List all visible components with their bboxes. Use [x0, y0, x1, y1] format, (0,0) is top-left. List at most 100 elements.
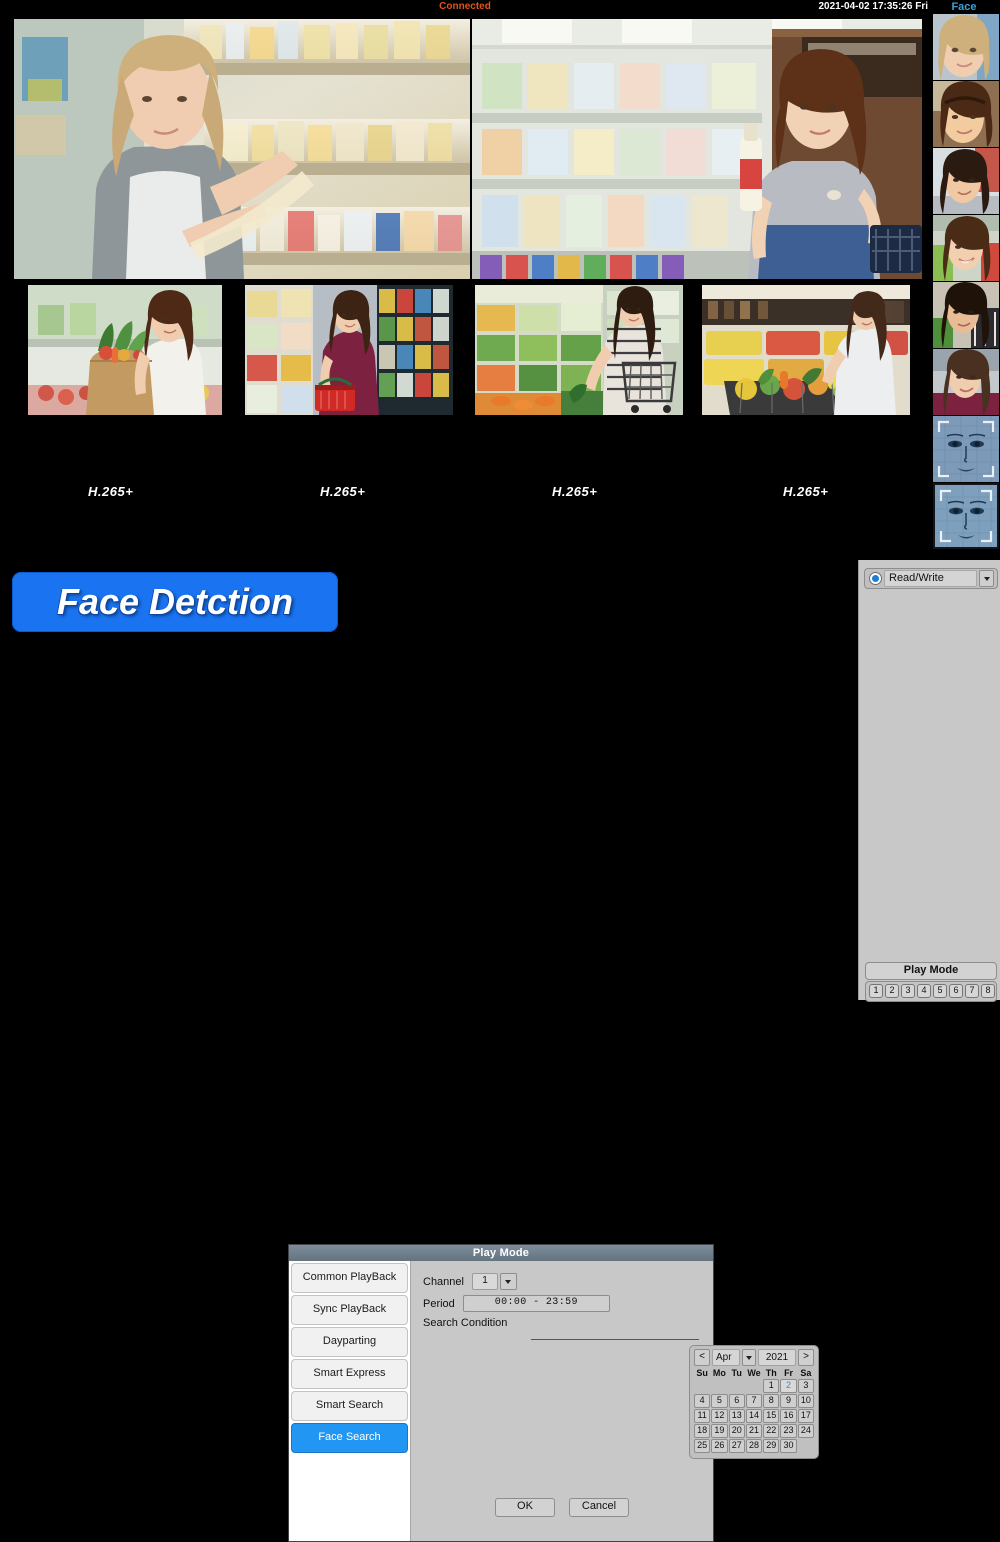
playback-mode-common-playback[interactable]: Common PlayBack — [291, 1263, 408, 1293]
video-pane-6[interactable] — [702, 285, 910, 415]
face-thumbnail-3[interactable] — [933, 148, 999, 214]
channel-value[interactable]: 1 — [471, 1273, 498, 1290]
calendar-day[interactable]: 3 — [797, 1379, 814, 1393]
dialog-title: Play Mode — [289, 1245, 713, 1261]
face-thumbnail-2[interactable] — [933, 81, 999, 147]
calendar-day-blank — [729, 1379, 745, 1391]
calendar-day[interactable]: 7 — [745, 1394, 763, 1408]
dialog-calendar-weekday-row: Su Mo Tu We Th Fr Sa — [694, 1368, 814, 1378]
video-pane-4[interactable] — [245, 285, 453, 415]
calendar-day[interactable]: 28 — [745, 1439, 763, 1453]
calendar-weekday: We — [747, 1368, 761, 1378]
playback-mode-smart-search[interactable]: Smart Search — [291, 1391, 408, 1421]
calendar-day[interactable]: 10 — [797, 1394, 814, 1408]
calendar-day[interactable]: 26 — [711, 1439, 728, 1453]
dialog-calendar-month-chevron-down-icon[interactable] — [742, 1349, 756, 1366]
dialog-calendar-month-value[interactable]: Apr — [712, 1349, 740, 1366]
face-thumbnail-4[interactable] — [933, 215, 999, 281]
channel-label: Channel — [423, 1275, 464, 1288]
face-photo-5 — [933, 282, 999, 348]
dialog-calendar-prev-icon[interactable]: < — [694, 1349, 710, 1366]
calendar-day[interactable]: 6 — [728, 1394, 745, 1408]
calendar-day-blank — [711, 1379, 727, 1391]
face-thumbnail-1[interactable] — [933, 14, 999, 80]
channel-button[interactable]: 4 — [917, 984, 931, 998]
dialog-actions: OK Cancel — [411, 1498, 713, 1517]
storage-mode-selector[interactable]: Read/Write — [864, 568, 998, 589]
play-mode-button[interactable]: Play Mode — [865, 962, 997, 980]
channel-button[interactable]: 8 — [981, 984, 995, 998]
calendar-weekday: Mo — [712, 1368, 726, 1378]
channel-button[interactable]: 3 — [901, 984, 915, 998]
calendar-day[interactable]: 12 — [711, 1409, 728, 1423]
calendar-weekday: Tu — [731, 1368, 742, 1378]
face-thumbnail-5[interactable] — [933, 282, 999, 348]
calendar-weekday: Fr — [784, 1368, 794, 1378]
period-value[interactable]: 00:00 - 23:59 — [462, 1295, 610, 1312]
calendar-day[interactable]: 9 — [780, 1394, 797, 1408]
channel-button[interactable]: 1 — [869, 984, 883, 998]
calendar-day[interactable]: 4 — [694, 1394, 711, 1408]
calendar-day[interactable]: 16 — [780, 1409, 797, 1423]
calendar-day[interactable]: 8 — [763, 1394, 780, 1408]
video-pane-2[interactable] — [472, 19, 922, 279]
system-timestamp: 2021-04-02 17:35:26 Fri — [818, 1, 928, 12]
video-frame-5 — [475, 285, 683, 415]
channel-field: Channel 1 — [423, 1273, 517, 1290]
chevron-down-icon[interactable] — [979, 570, 994, 587]
calendar-day[interactable]: 11 — [694, 1409, 711, 1423]
calendar-day[interactable]: 18 — [694, 1424, 711, 1438]
storage-mode-value: Read/Write — [884, 570, 977, 587]
dialog-calendar-header: < Apr 2021 > — [694, 1349, 814, 1366]
calendar-day[interactable]: 24 — [797, 1424, 814, 1438]
video-frame-2 — [472, 19, 922, 279]
face-detection-banner-text: Face Detction — [56, 581, 294, 622]
period-label: Period — [423, 1297, 455, 1310]
channel-button[interactable]: 6 — [949, 984, 963, 998]
video-pane-5[interactable] — [475, 285, 683, 415]
calendar-day[interactable]: 23 — [780, 1424, 797, 1438]
calendar-day[interactable]: 30 — [780, 1439, 797, 1453]
calendar-day[interactable]: 20 — [728, 1424, 745, 1438]
channel-button[interactable]: 2 — [885, 984, 899, 998]
cancel-button[interactable]: Cancel — [569, 1498, 629, 1517]
dialog-calendar: < Apr 2021 > Su Mo Tu We Th Fr Sa 1 2 3 4 5 6 7 8 9 10 1… — [689, 1345, 819, 1459]
calendar-day[interactable]: 29 — [763, 1439, 780, 1453]
calendar-day[interactable]: 15 — [763, 1409, 780, 1423]
channel-button[interactable]: 5 — [933, 984, 947, 998]
calendar-day[interactable]: 19 — [711, 1424, 728, 1438]
calendar-day[interactable]: 21 — [745, 1424, 763, 1438]
dialog-calendar-next-icon[interactable]: > — [798, 1349, 814, 1366]
calendar-day[interactable]: 22 — [763, 1424, 780, 1438]
face-thumbnail-8[interactable] — [933, 483, 999, 549]
dialog-calendar-year-value[interactable]: 2021 — [758, 1349, 796, 1366]
playback-mode-sync-playback[interactable]: Sync PlayBack — [291, 1295, 408, 1325]
calendar-day[interactable]: 17 — [797, 1409, 814, 1423]
calendar-day[interactable]: 1 — [763, 1379, 780, 1393]
status-bar: Connected 2021-04-02 17:35:26 Fri Face — [0, 0, 1000, 14]
calendar-day[interactable]: 13 — [728, 1409, 745, 1423]
face-thumbnail-6[interactable] — [933, 349, 999, 415]
calendar-day[interactable]: 27 — [728, 1439, 745, 1453]
ok-button[interactable]: OK — [495, 1498, 555, 1517]
face-thumbnail-7[interactable] — [933, 416, 999, 482]
video-frame-6 — [702, 285, 910, 415]
calendar-day[interactable]: 25 — [694, 1439, 711, 1453]
playback-mode-dayparting[interactable]: Dayparting — [291, 1327, 408, 1357]
calendar-day[interactable]: 5 — [711, 1394, 728, 1408]
channel-chevron-down-icon[interactable] — [499, 1273, 517, 1290]
channel-button[interactable]: 7 — [965, 984, 979, 998]
channel-selector: 12345678910 — [865, 981, 997, 1002]
video-pane-3[interactable] — [28, 285, 222, 415]
playback-region: Face Detction Read/Write < Apr 2021 > Su… — [0, 560, 1000, 1542]
calendar-day[interactable]: 14 — [745, 1409, 763, 1423]
search-condition-label: Search Condition — [423, 1317, 508, 1329]
connection-status: Connected — [439, 1, 491, 12]
playback-mode-face-search[interactable]: Face Search — [291, 1423, 408, 1453]
radio-icon[interactable] — [869, 572, 882, 585]
face-recognition-wireframe-2 — [933, 483, 999, 549]
face-photo-6 — [933, 349, 999, 415]
calendar-day[interactable]: 2 — [780, 1379, 797, 1393]
playback-mode-smart-express[interactable]: Smart Express — [291, 1359, 408, 1389]
video-pane-1[interactable] — [14, 19, 470, 279]
